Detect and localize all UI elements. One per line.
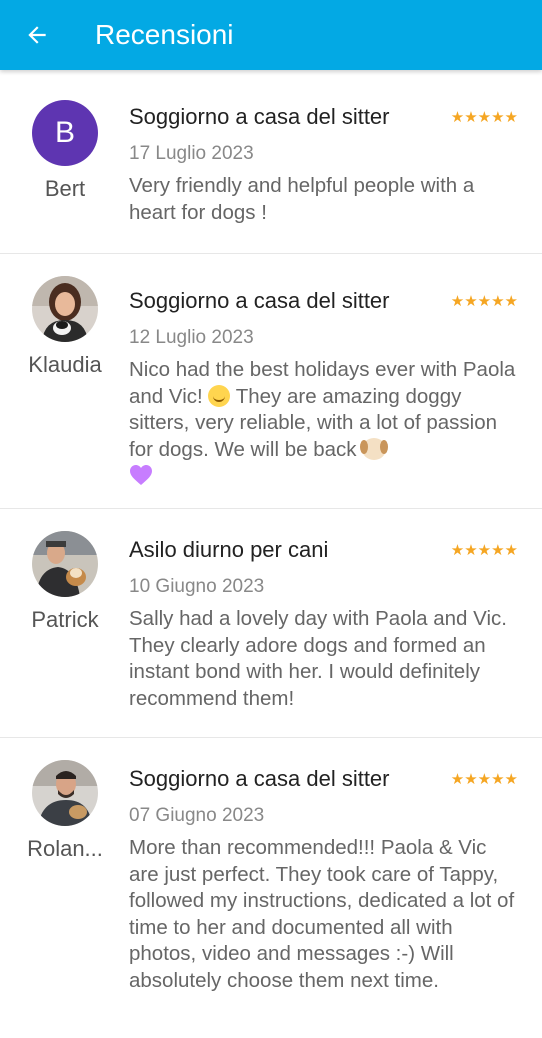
review-date: 10 Giugno 2023 xyxy=(129,576,265,597)
review-item: Klaudia Soggiorno a casa del sitter ★★★★… xyxy=(0,254,542,509)
reviewer-name: Klaudia xyxy=(28,352,102,377)
rating-stars: ★★★★★ xyxy=(450,771,518,788)
service-name: Soggiorno a casa del sitter xyxy=(129,766,390,791)
review-item: Patrick Asilo diurno per cani ★★★★★ 10 G… xyxy=(0,509,542,738)
reviewer-column: Patrick xyxy=(0,531,130,633)
review-text: Sally had a lovely day with Paola and Vi… xyxy=(129,607,507,710)
back-button[interactable] xyxy=(22,20,52,50)
rating-stars: ★★★★★ xyxy=(450,109,518,126)
avatar[interactable] xyxy=(32,531,98,597)
review-item: B Bert Soggiorno a casa del sitter ★★★★★… xyxy=(0,70,542,254)
arrow-left-icon xyxy=(28,26,46,44)
rating-stars: ★★★★★ xyxy=(450,542,518,559)
reviewer-name: Rolan... xyxy=(27,836,103,861)
reviewer-column: Rolan... xyxy=(0,760,130,862)
reviewer-column: B Bert xyxy=(0,100,130,202)
review-text: Nico had the best holidays ever with Pao… xyxy=(129,357,518,490)
service-name: Asilo diurno per cani xyxy=(129,537,329,562)
review-date: 07 Giugno 2023 xyxy=(129,805,265,826)
page-title: Recensioni xyxy=(95,19,234,50)
dog-face-icon xyxy=(360,437,389,460)
reviewer-column: Klaudia xyxy=(0,276,130,378)
review-content: Asilo diurno per cani ★★★★★ 10 Giugno 20… xyxy=(129,537,518,712)
review-content: Soggiorno a casa del sitter ★★★★★ 17 Lug… xyxy=(129,104,518,226)
reviews-list[interactable]: B Bert Soggiorno a casa del sitter ★★★★★… xyxy=(0,70,542,1038)
service-name: Soggiorno a casa del sitter xyxy=(129,104,390,129)
purple-heart-icon xyxy=(130,465,152,485)
avatar[interactable]: B xyxy=(32,100,98,166)
review-text: Very friendly and helpful people with a … xyxy=(129,174,475,224)
rating-stars: ★★★★★ xyxy=(450,293,518,310)
review-date: 12 Luglio 2023 xyxy=(129,327,254,348)
review-content: Soggiorno a casa del sitter ★★★★★ 07 Giu… xyxy=(129,766,518,994)
avatar[interactable] xyxy=(32,276,98,342)
reviewer-name: Bert xyxy=(44,176,86,201)
review-text: More than recommended!!! Paola & Vic are… xyxy=(129,836,515,992)
reviewer-name: Patrick xyxy=(31,607,99,632)
smiling-face-icon xyxy=(208,384,231,407)
service-name: Soggiorno a casa del sitter xyxy=(129,288,390,313)
app-bar: Recensioni xyxy=(0,0,542,70)
avatar[interactable] xyxy=(32,760,98,826)
review-item: Rolan... Soggiorno a casa del sitter ★★★… xyxy=(0,738,542,1038)
review-content: Soggiorno a casa del sitter ★★★★★ 12 Lug… xyxy=(129,288,518,490)
review-date: 17 Luglio 2023 xyxy=(129,143,254,164)
